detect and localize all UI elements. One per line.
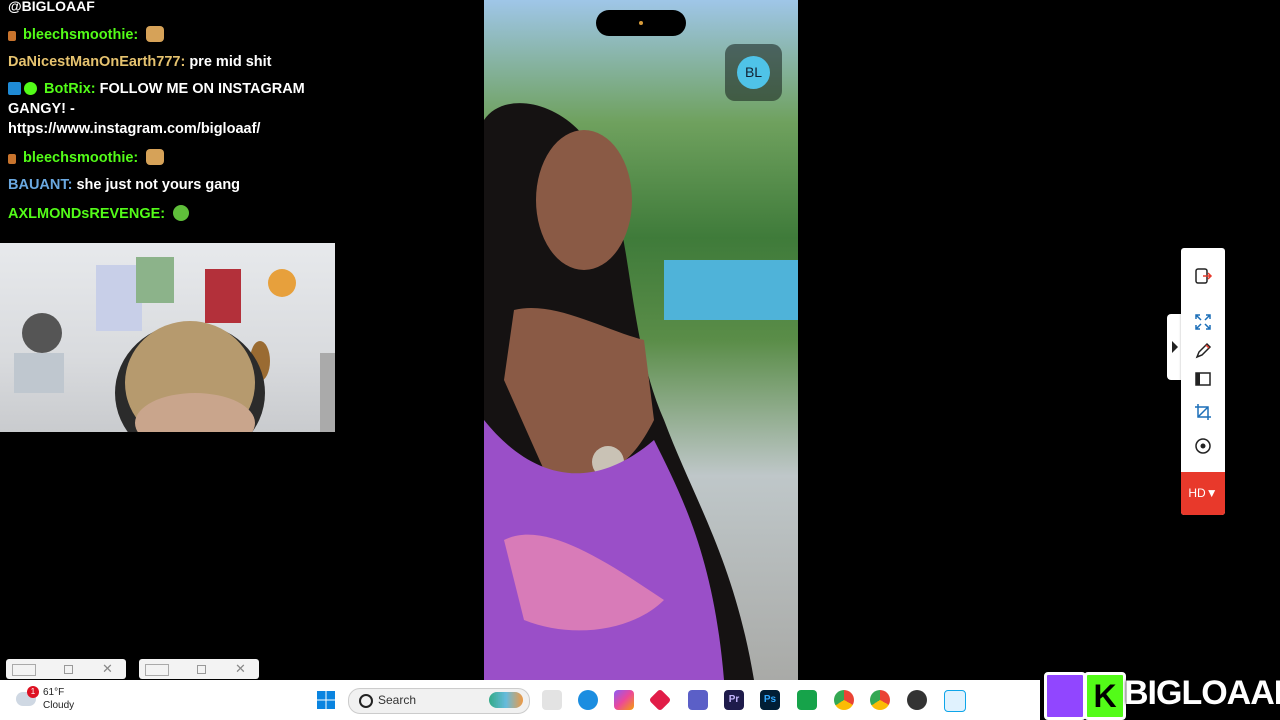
chat-message: AXLMONDsREVENGE:: [8, 204, 308, 224]
app-icon[interactable]: [944, 690, 966, 712]
search-icon: [359, 694, 373, 708]
stream-logo: K BIGLOAAF: [1040, 668, 1280, 720]
dynamic-island: [596, 10, 686, 36]
green-app-icon[interactable]: [797, 690, 817, 710]
subscriber-badge-icon: [8, 154, 16, 164]
weather-condition: Cloudy: [43, 700, 75, 711]
teams-icon[interactable]: [688, 690, 708, 710]
verified-badge-icon: [24, 82, 37, 95]
notification-badge: 1: [27, 686, 39, 698]
chat-overlay: @BIGLOAAF bleechsmoothie: DaNicestManOnE…: [0, 0, 484, 243]
exit-icon: [1195, 268, 1213, 284]
edge-icon[interactable]: [578, 690, 598, 710]
record-icon: [1195, 438, 1211, 454]
close-icon[interactable]: ✕: [235, 661, 246, 677]
desk-object: [14, 353, 64, 393]
wall-sticker: [268, 269, 296, 297]
chat-separator: :: [90, 81, 96, 97]
hd-quality-button[interactable]: HD▼: [1181, 472, 1225, 515]
restore-icon[interactable]: [64, 665, 73, 674]
red-app-icon[interactable]: [648, 688, 672, 712]
wall-poster: [136, 257, 174, 303]
chat-message: BAUANT: she just not yours gang: [8, 175, 308, 195]
crop-icon: [1195, 404, 1211, 420]
search-input[interactable]: Search: [378, 693, 416, 707]
webcam-scene: [14, 257, 335, 432]
camera-dot: [639, 21, 643, 25]
chat-username[interactable]: BAUANT: [8, 177, 68, 193]
start-button[interactable]: [316, 690, 336, 710]
avatar[interactable]: BL: [737, 56, 770, 89]
restore-icon[interactable]: [197, 665, 206, 674]
premiere-icon[interactable]: Pr: [724, 690, 744, 710]
chat-message: bleechsmoothie:: [8, 148, 308, 168]
crop-button[interactable]: [1193, 402, 1213, 422]
record-button[interactable]: [1193, 436, 1213, 456]
subscriber-badge-icon: [8, 31, 16, 41]
chat-username[interactable]: AXLMONDsREVENGE: [8, 206, 160, 222]
chat-message: BotRix: FOLLOW ME ON INSTAGRAM GANGY! - …: [8, 79, 308, 139]
expand-icon: [1195, 314, 1211, 330]
chat-message: bleechsmoothie:: [8, 25, 308, 45]
sick-emote-icon: [173, 205, 190, 221]
side-toolbar: HD▼: [1181, 248, 1225, 515]
minimized-window[interactable]: ✕: [6, 659, 126, 679]
taskbar-search[interactable]: Search: [348, 688, 530, 714]
chevron-right-icon: [1172, 341, 1178, 353]
window-thumbnail: [145, 664, 169, 676]
close-icon[interactable]: ✕: [102, 661, 113, 677]
person-face: [536, 130, 632, 270]
avatar-container[interactable]: BL: [725, 44, 782, 101]
minimized-window[interactable]: ✕: [139, 659, 259, 679]
chat-separator: :: [160, 206, 166, 222]
chat-message: DaNicestManOnEarth777: pre mid shit: [8, 52, 308, 72]
kick-icon: K: [1084, 672, 1126, 720]
chat-header: @BIGLOAAF: [8, 0, 95, 14]
chat-separator: :: [180, 54, 186, 70]
fullscreen-button[interactable]: [1193, 312, 1213, 332]
bread-emote-icon: [146, 26, 165, 42]
exit-button[interactable]: [1193, 266, 1213, 286]
bread-emote-icon: [146, 149, 165, 165]
chat-username[interactable]: bleechsmoothie: [23, 27, 133, 43]
pool: [664, 260, 798, 320]
wall-poster: [205, 269, 241, 323]
chat-username[interactable]: DaNicestManOnEarth777: [8, 54, 180, 70]
window-button[interactable]: [1193, 369, 1213, 389]
bot-badge-icon: [8, 82, 21, 95]
wall-poster: [96, 265, 142, 331]
chrome-icon[interactable]: [870, 690, 890, 710]
task-view-icon[interactable]: [542, 690, 562, 710]
phone-video: BL: [484, 0, 798, 680]
windows-icon: [317, 691, 335, 709]
twitch-icon: [1044, 672, 1086, 720]
copilot-icon[interactable]: [614, 690, 634, 710]
desk-fan: [22, 313, 62, 353]
chat-separator: :: [133, 150, 139, 166]
window-thumbnail: [12, 664, 36, 676]
weather-temperature: 61°F: [43, 687, 65, 698]
search-highlight-icon: [489, 692, 523, 708]
chat-text: pre mid shit: [189, 54, 272, 70]
chat-separator: :: [67, 177, 73, 193]
chrome-icon[interactable]: [834, 690, 854, 710]
pen-icon: [1195, 342, 1212, 359]
photoshop-icon[interactable]: Ps: [760, 690, 780, 710]
webcam-feed: [0, 243, 335, 432]
draw-button[interactable]: [1193, 341, 1213, 361]
chat-separator: :: [133, 27, 139, 43]
obs-icon[interactable]: [907, 690, 927, 710]
video-scene: [484, 103, 798, 680]
chat-text: she just not yours gang: [76, 177, 241, 193]
window-icon: [1195, 372, 1211, 386]
chat-username[interactable]: bleechsmoothie: [23, 150, 133, 166]
monitor: [320, 353, 335, 432]
streamer-handle: BIGLOAAF: [1124, 674, 1280, 712]
chat-username[interactable]: BotRix: [44, 81, 91, 97]
windows-taskbar: 1 61°F Cloudy Search Pr Ps: [0, 680, 1040, 720]
